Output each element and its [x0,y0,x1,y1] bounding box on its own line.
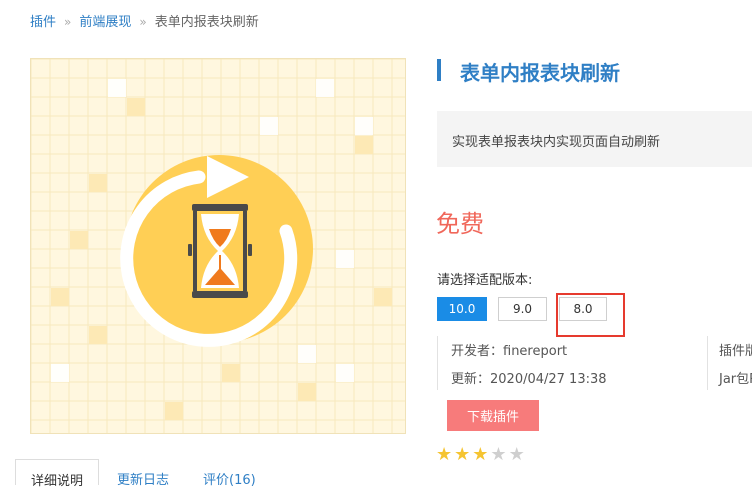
download-button[interactable]: 下载插件 [447,400,539,431]
update-time: 更新：2020/04/27 13:38 [451,372,607,387]
star-icon: ★ [436,444,455,465]
version-button-9[interactable]: 9.0 [498,297,547,321]
tab-reviews[interactable]: 评价(16) [203,469,256,495]
breadcrumb-separator: » [139,15,147,29]
version-button-10[interactable]: 10.0 [437,297,487,321]
star-empty-icon: ★ [508,444,527,465]
breadcrumb-separator: » [64,15,72,29]
star-icon: ★ [454,444,473,465]
hourglass-refresh-icon [31,59,405,433]
plugin-version-info: 插件版 [719,344,752,359]
jar-info: Jar包R [719,372,752,387]
breadcrumb-root-link[interactable]: 插件 [30,15,56,30]
rating-stars: ★★★★★ [436,444,527,465]
version-label: 请选择适配版本: [437,273,533,288]
title-accent-bar [437,59,441,81]
breadcrumb-category-link[interactable]: 前端展现 [79,15,131,30]
star-empty-icon: ★ [490,444,509,465]
plugin-description: 实现表单报表块内实现页面自动刷新 [452,135,661,150]
developer-info: 开发者：finereport [451,344,568,359]
meta-divider [437,336,438,390]
tab-details[interactable]: 详细说明 [15,459,99,489]
annotation-highlight-box [556,293,625,337]
breadcrumb: 插件 » 前端展现 » 表单内报表块刷新 [30,11,259,30]
tab-changelog[interactable]: 更新日志 [117,469,169,495]
plugin-image [30,58,406,434]
meta-divider [707,336,708,390]
plugin-title: 表单内报表块刷新 [460,61,620,85]
breadcrumb-current: 表单内报表块刷新 [154,15,259,30]
star-icon: ★ [472,444,491,465]
plugin-price: 免费 [436,210,484,238]
